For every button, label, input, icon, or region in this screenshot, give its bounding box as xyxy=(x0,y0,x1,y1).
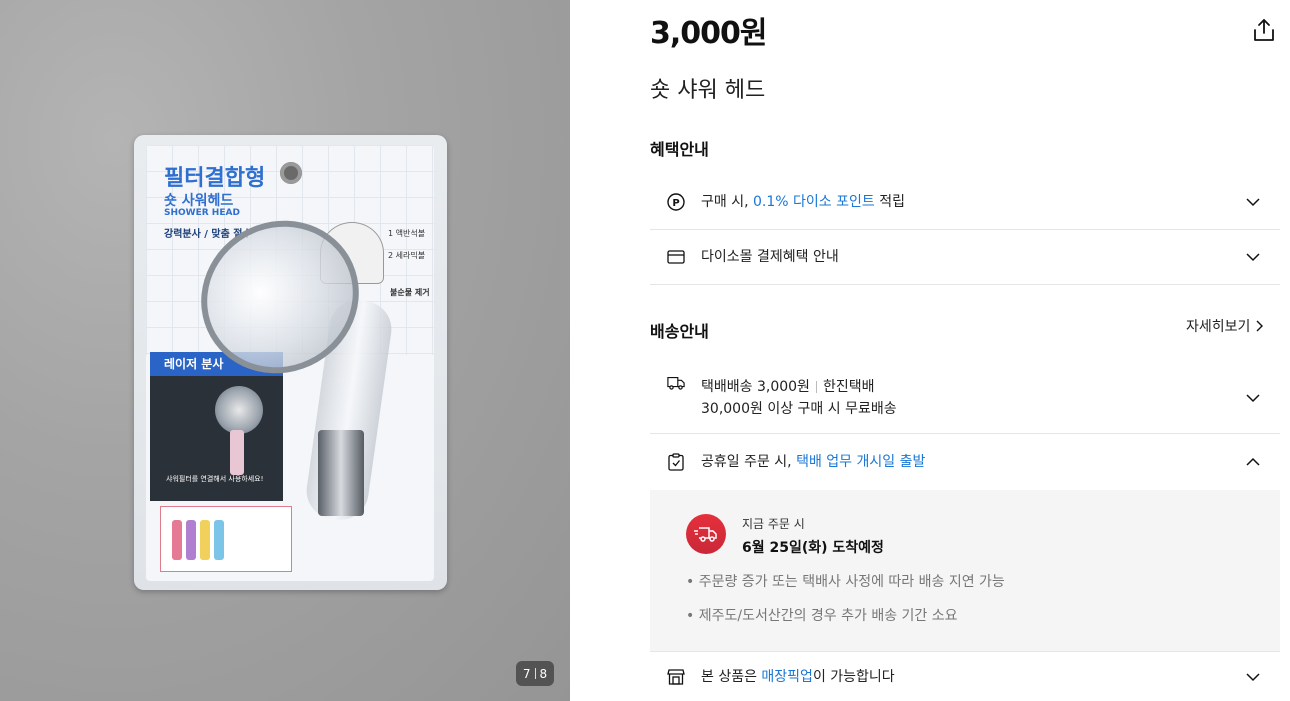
hang-hole xyxy=(280,162,302,184)
metal-connector xyxy=(318,430,364,516)
point-suffix: 적립 xyxy=(874,194,905,210)
more-label: 자세히보기 xyxy=(1186,319,1251,335)
filter-cartridge xyxy=(230,430,244,475)
package-title: 필터결합형 xyxy=(164,166,266,191)
benefits-title: 혜택안내 xyxy=(650,140,709,159)
clipboard-check-icon xyxy=(667,453,685,471)
point-icon: P xyxy=(667,193,685,211)
bottle-yellow xyxy=(200,520,210,560)
store-pickup-row[interactable]: 본 상품은 매장픽업이 가능합니다 xyxy=(650,651,1280,701)
counter-total: 8 xyxy=(539,666,548,681)
card-icon xyxy=(667,248,685,266)
spray-head xyxy=(215,386,263,434)
bottle-pink xyxy=(172,520,182,560)
delivery-fee: 택배배송 3,000원 xyxy=(701,378,810,395)
courier-name: 한진택배 xyxy=(822,378,875,395)
holiday-highlight: 택배 업무 개시일 출발 xyxy=(796,454,926,470)
payment-label: 다이소몰 결제혜택 안내 xyxy=(701,249,839,265)
package-english: SHOWER HEAD xyxy=(164,208,240,218)
shipping-note: • 제주도/도서산간의 경우 추가 배송 기간 소요 xyxy=(686,608,958,624)
chevron-down-icon xyxy=(1246,198,1260,207)
product-image[interactable]: 필터결합형 숏 사워헤드 SHOWER HEAD 강력분사 / 맞춤 절수 1 … xyxy=(0,0,570,701)
fast-truck-icon xyxy=(686,514,726,554)
label-a: 1 액반석볼 xyxy=(388,229,426,238)
chevron-down-icon xyxy=(1246,393,1260,402)
pickup-highlight[interactable]: 매장픽업 xyxy=(761,669,813,685)
chevron-down-icon xyxy=(1246,253,1260,262)
pickup-suffix: 이 가능합니다 xyxy=(812,668,895,685)
holiday-prefix: 공휴일 주문 시, xyxy=(701,454,797,470)
truck-icon xyxy=(667,374,685,392)
svg-text:P: P xyxy=(672,198,679,209)
label-b: 2 세라믹볼 xyxy=(388,251,426,260)
shipping-title: 배송안내 xyxy=(650,322,709,341)
pickup-prefix: 본 상품은 xyxy=(701,668,762,685)
chevron-right-icon xyxy=(1256,320,1264,332)
image-counter: 7 8 xyxy=(516,661,554,686)
chevron-down-icon xyxy=(1246,672,1260,681)
order-now-label: 지금 주문 시 xyxy=(742,517,805,531)
store-icon xyxy=(667,668,685,686)
product-price: 3,000원 xyxy=(650,16,767,51)
shipping-more-link[interactable]: 자세히보기 xyxy=(1186,316,1264,336)
payment-benefit-row[interactable]: 다이소몰 결제혜택 안내 xyxy=(650,230,1280,285)
delivery-fee-row[interactable]: 택배배송 3,000원 한진택배 30,000원 이상 구매 시 무료배송 xyxy=(650,362,1280,434)
shipping-note: • 주문량 증가 또는 택배사 사정에 따라 배송 지연 가능 xyxy=(686,574,1005,590)
bottle-purple xyxy=(186,520,196,560)
point-highlight: 0.1% 다이소 포인트 xyxy=(753,194,875,210)
connect-note: 샤워필터를 연결해서 사용하세요! xyxy=(166,475,264,483)
point-prefix: 구매 시, xyxy=(701,194,753,210)
chevron-up-icon xyxy=(1246,457,1260,466)
label-c: 불순물 제거 xyxy=(390,288,430,297)
package-subtitle: 숏 사워헤드 xyxy=(164,193,234,209)
point-benefit-row[interactable]: P 구매 시, 0.1% 다이소 포인트 적립 xyxy=(650,175,1280,230)
counter-current: 7 xyxy=(522,666,531,681)
share-icon[interactable] xyxy=(1250,16,1278,44)
bottle-blue xyxy=(214,520,224,560)
arrival-date: 6월 25일(화) 도착예정 xyxy=(742,540,884,556)
free-shipping-note: 30,000원 이상 구매 시 무료배송 xyxy=(701,400,897,417)
product-name: 숏 샤워 헤드 xyxy=(650,78,766,103)
holiday-order-row[interactable]: 공휴일 주문 시, 택배 업무 개시일 출발 xyxy=(650,434,1280,490)
